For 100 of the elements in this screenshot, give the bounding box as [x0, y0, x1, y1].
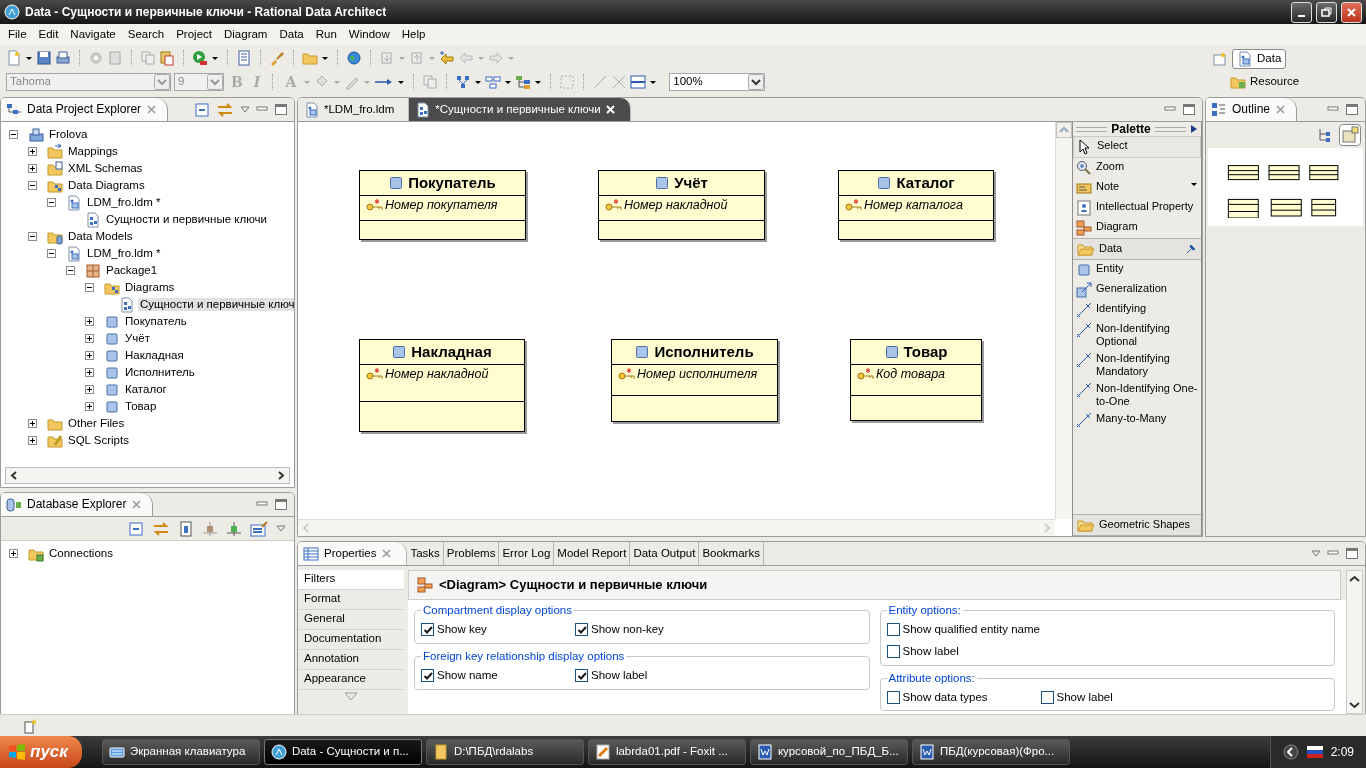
expand-toggle[interactable] — [85, 351, 94, 360]
tree-item[interactable]: SQL Scripts — [66, 433, 131, 448]
entity-box[interactable]: Каталог Номер каталога — [838, 170, 994, 240]
checkbox[interactable] — [421, 623, 434, 637]
side-tab[interactable]: Appearance — [298, 670, 404, 690]
tree-icon[interactable] — [1317, 128, 1331, 142]
pin-icon[interactable] — [1185, 243, 1197, 255]
menu-item[interactable]: Window — [342, 27, 396, 42]
run-icon[interactable] — [192, 50, 208, 66]
palette-tool[interactable]: Non-Identifying Optional — [1073, 320, 1201, 350]
checkbox[interactable] — [575, 623, 588, 637]
expand-toggle[interactable] — [28, 436, 37, 445]
checkbox[interactable] — [1040, 691, 1054, 704]
palette-tool[interactable]: Non-Identifying One-to-One — [1073, 380, 1201, 410]
caret-icon[interactable] — [534, 78, 543, 86]
clipboard-icon[interactable] — [107, 50, 123, 66]
back-icon[interactable] — [439, 50, 455, 66]
collapse-toggle[interactable] — [66, 266, 75, 275]
view-tab[interactable]: Problems — [443, 542, 500, 565]
link-icon[interactable] — [216, 101, 234, 118]
maximize-icon[interactable] — [274, 103, 288, 116]
side-tab[interactable]: Format — [298, 590, 404, 610]
fast-view-icon[interactable] — [22, 717, 38, 734]
side-tab[interactable]: Documentation — [298, 630, 404, 650]
caret-icon[interactable] — [211, 54, 219, 62]
menu-icon[interactable] — [240, 105, 250, 114]
palette-tool[interactable]: Identifying — [1073, 300, 1201, 320]
palette-drawer[interactable]: Geometric Shapes — [1073, 514, 1201, 536]
entity-box[interactable]: Товар Код товара — [850, 339, 982, 421]
collapse-toggle[interactable] — [47, 249, 56, 258]
zoom-combo[interactable]: 100% — [669, 73, 766, 91]
document-icon[interactable] — [236, 50, 252, 66]
tree-item[interactable]: Исполнитель — [123, 365, 197, 380]
caret-icon[interactable] — [748, 74, 765, 90]
flag-icon[interactable] — [1306, 746, 1323, 758]
expand-toggle[interactable] — [85, 385, 94, 394]
maximize-icon[interactable] — [1345, 547, 1359, 560]
scrollbar[interactable] — [1055, 122, 1072, 519]
expand-toggle[interactable] — [85, 334, 94, 343]
disconnect-icon[interactable] — [202, 520, 218, 537]
palette-tool[interactable]: Generalization — [1073, 280, 1201, 300]
caret-icon[interactable] — [1190, 180, 1198, 188]
view-tab[interactable]: Data Project Explorer — [1, 98, 169, 121]
palette-tool[interactable]: Diagram — [1073, 218, 1201, 238]
caret-icon[interactable] — [504, 78, 513, 86]
entity-box[interactable]: Накладная Номер накладной — [359, 339, 525, 432]
save-icon[interactable] — [36, 50, 52, 66]
paste-icon[interactable] — [159, 50, 175, 66]
caret-icon[interactable] — [649, 78, 658, 86]
tree-item[interactable]: Mappings — [66, 144, 120, 159]
tree-item[interactable]: Каталог — [123, 382, 169, 397]
caret-icon[interactable] — [25, 54, 33, 62]
editor-tab[interactable]: *Сущности и первичные ключи — [409, 98, 631, 121]
view-tab[interactable]: Tasks — [407, 542, 444, 565]
border-icon[interactable] — [630, 74, 647, 90]
editor-tab[interactable]: *LDM_fro.ldm — [298, 98, 410, 121]
view-tab[interactable]: Bookmarks — [699, 542, 764, 565]
side-tab[interactable]: Filters — [298, 570, 404, 590]
entity-box[interactable]: Покупатель Номер покупателя — [359, 170, 526, 240]
globe-icon[interactable] — [346, 50, 362, 66]
side-tab[interactable]: Annotation — [298, 650, 404, 670]
palette-drawer[interactable]: Data — [1073, 238, 1201, 260]
thumbnail-icon[interactable] — [1339, 124, 1361, 146]
scrollbar[interactable] — [5, 467, 290, 484]
expand-toggle[interactable] — [28, 164, 37, 173]
checkbox[interactable] — [421, 669, 434, 683]
collapse-toggle[interactable] — [28, 181, 37, 190]
tree-item[interactable]: XML Schemas — [66, 161, 145, 176]
caret-icon[interactable] — [397, 78, 406, 86]
palette-tool[interactable]: Entity — [1073, 260, 1201, 280]
view-tab[interactable]: Error Log — [499, 542, 555, 565]
taskbar-button[interactable]: Экранная клавиатура — [101, 739, 260, 765]
taskbar-button[interactable]: курсовой_по_ПБД_Б... — [749, 739, 908, 765]
expand-toggle[interactable] — [85, 317, 94, 326]
tree-item[interactable]: LDM_fro.ldm * — [85, 246, 163, 261]
caret-icon[interactable] — [474, 78, 483, 86]
menu-item[interactable]: Edit — [32, 27, 65, 42]
checkbox[interactable] — [886, 645, 900, 659]
tree-item[interactable]: Connections — [47, 546, 115, 561]
scrollbar[interactable] — [1346, 570, 1363, 714]
layout-icon[interactable] — [455, 74, 472, 90]
palette-tool[interactable]: Note — [1073, 178, 1201, 198]
palette-tool[interactable]: Intellectual Property — [1073, 198, 1201, 218]
menu-item[interactable]: Diagram — [218, 27, 274, 42]
caret-icon[interactable] — [321, 54, 329, 62]
new-connection-icon[interactable] — [178, 520, 194, 537]
chevron-icon[interactable] — [1282, 744, 1299, 760]
entity-box[interactable]: Учёт Номер накладной — [598, 170, 765, 240]
collapse-toggle[interactable] — [47, 198, 56, 207]
menu-item[interactable]: Project — [170, 27, 218, 42]
checkbox[interactable] — [886, 623, 900, 637]
print-icon[interactable] — [55, 50, 71, 66]
entity-box[interactable]: Исполнитель Номер исполнителя — [611, 339, 778, 422]
tree-item[interactable]: Other Files — [66, 416, 127, 431]
tree-item[interactable]: LDM_fro.ldm * — [85, 195, 163, 210]
taskbar-button[interactable]: Data - Сущности и п... — [263, 739, 422, 765]
expand-toggle[interactable] — [9, 549, 18, 558]
tree-item[interactable]: Frolova — [47, 127, 90, 142]
collapse-all-icon[interactable] — [128, 520, 144, 537]
collapse-toggle[interactable] — [28, 232, 37, 241]
